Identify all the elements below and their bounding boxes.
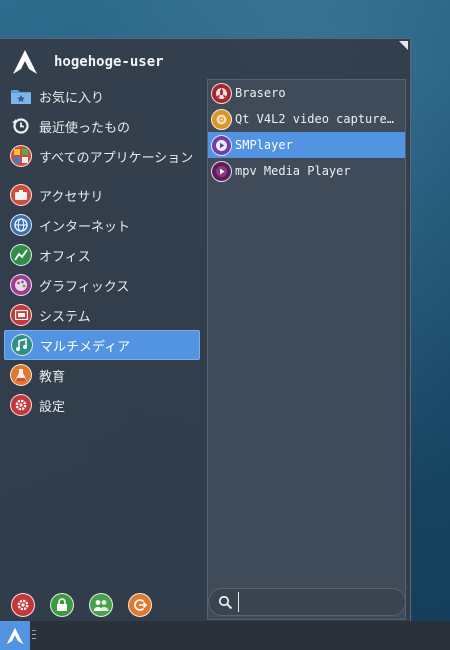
category-multimedia[interactable]: マルチメディア xyxy=(4,330,200,360)
recent-history-icon xyxy=(10,115,32,137)
category-recent[interactable]: 最近使ったもの xyxy=(4,111,200,141)
category-label: 設定 xyxy=(39,399,66,415)
app-item-mpv[interactable]: mpv Media Player xyxy=(208,158,405,184)
category-system[interactable]: システム xyxy=(4,300,200,330)
taskbar-drag-handle[interactable] xyxy=(32,630,36,641)
logout-icon[interactable] xyxy=(128,593,152,617)
category-favorites[interactable]: お気に入り xyxy=(4,81,200,111)
category-label: グラフィックス xyxy=(39,279,130,295)
mpv-play-icon xyxy=(211,160,232,182)
favorites-folder-icon xyxy=(10,85,32,107)
search-input[interactable] xyxy=(238,592,397,612)
brasero-disc-icon xyxy=(211,82,232,104)
category-label: お気に入り xyxy=(39,90,105,106)
all-applications-icon xyxy=(10,145,32,167)
graphics-palette-icon xyxy=(10,274,32,296)
category-accessories[interactable]: アクセサリ xyxy=(4,180,200,210)
office-chart-icon xyxy=(10,244,32,266)
category-graphics[interactable]: グラフィックス xyxy=(4,270,200,300)
qv4l2-webcam-icon xyxy=(211,108,232,130)
arch-linux-logo-icon xyxy=(6,627,24,644)
category-label: マルチメディア xyxy=(40,339,131,355)
application-list: Brasero Qt V4L2 video capture… SMPlayer … xyxy=(207,79,406,620)
app-label: mpv Media Player xyxy=(235,164,351,178)
category-settings[interactable]: 設定 xyxy=(4,390,200,420)
category-label: システム xyxy=(39,309,91,325)
application-menu: hogehoge-user お気に入り 最近使ったもの すべてのアプリケーション xyxy=(0,38,411,622)
app-item-smplayer[interactable]: SMPlayer xyxy=(208,132,405,158)
internet-globe-icon xyxy=(10,214,32,236)
accessories-icon xyxy=(10,184,32,206)
smplayer-icon xyxy=(211,134,232,156)
session-actions xyxy=(11,593,152,617)
category-list: お気に入り 最近使ったもの すべてのアプリケーション アクセサリ インターネット… xyxy=(4,81,200,420)
app-label: Brasero xyxy=(235,86,286,100)
app-label: SMPlayer xyxy=(235,138,293,152)
user-name: hogehoge-user xyxy=(54,54,164,70)
multimedia-icon xyxy=(11,334,33,356)
category-separator xyxy=(4,171,200,180)
search-box[interactable] xyxy=(208,588,406,616)
app-item-qv4l2[interactable]: Qt V4L2 video capture… xyxy=(208,106,405,132)
start-menu-button[interactable] xyxy=(0,621,30,650)
category-label: 教育 xyxy=(39,369,66,385)
user-header: hogehoge-user xyxy=(12,45,164,79)
category-office[interactable]: オフィス xyxy=(4,240,200,270)
category-all-applications[interactable]: すべてのアプリケーション xyxy=(4,141,200,171)
app-label: Qt V4L2 video capture… xyxy=(235,112,394,126)
category-label: 最近使ったもの xyxy=(39,120,131,136)
category-label: インターネット xyxy=(39,219,131,235)
category-education[interactable]: 教育 xyxy=(4,360,200,390)
taskbar xyxy=(0,621,450,650)
lock-icon[interactable] xyxy=(50,593,74,617)
category-label: すべてのアプリケーション xyxy=(39,150,194,166)
search-icon xyxy=(218,595,233,609)
arch-linux-logo-icon xyxy=(13,50,37,74)
app-item-brasero[interactable]: Brasero xyxy=(208,80,405,106)
education-flask-icon xyxy=(10,364,32,386)
category-internet[interactable]: インターネット xyxy=(4,210,200,240)
category-label: アクセサリ xyxy=(39,189,104,205)
system-icon xyxy=(10,304,32,326)
settings-gear-icon xyxy=(10,394,32,416)
settings-gear-icon[interactable] xyxy=(11,593,35,617)
category-label: オフィス xyxy=(39,249,91,265)
resize-grip-icon[interactable] xyxy=(399,41,408,50)
users-icon[interactable] xyxy=(89,593,113,617)
